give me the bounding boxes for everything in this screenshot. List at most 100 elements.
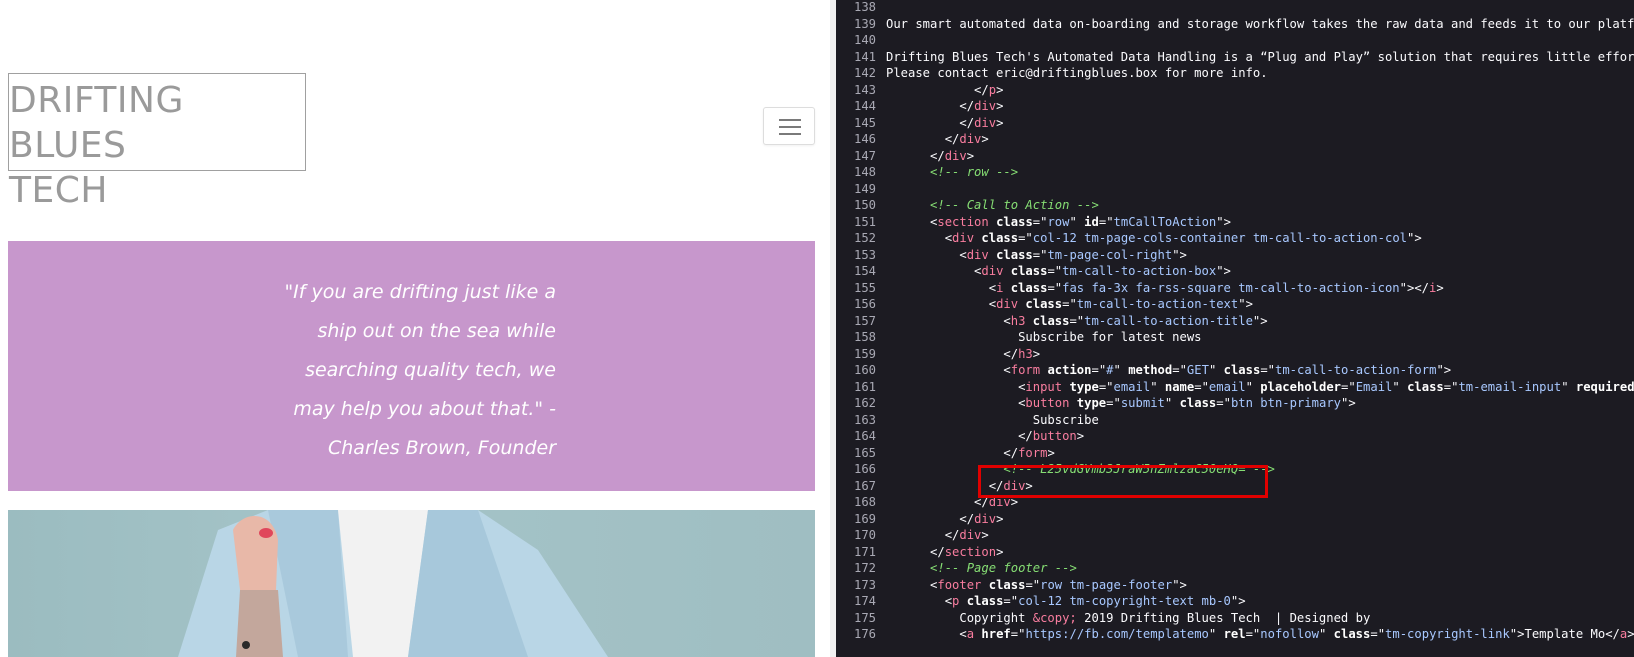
code-token: submit xyxy=(1120,396,1165,410)
code-token: "> xyxy=(1238,297,1253,311)
code-token: "> xyxy=(1252,313,1268,328)
line-number: 158 xyxy=(853,330,876,344)
code-token: > xyxy=(996,115,1004,130)
code-token: tm-call-to-action-box xyxy=(1062,264,1217,278)
source-line: 141 Drifting Blues Tech's Automated Data … xyxy=(836,49,1634,66)
code-token: =" xyxy=(1003,594,1019,608)
line-number: 156 xyxy=(853,297,876,311)
code-token: 2019 Drifting Blues Tech | Designed by xyxy=(1076,610,1371,625)
code-token: " xyxy=(1208,363,1224,377)
source-line: 154 <div class="tm-call-to-action-box"> xyxy=(836,263,1231,280)
code-token: required xyxy=(1575,379,1634,394)
hamburger-icon xyxy=(779,119,801,121)
source-line: 145 </div> xyxy=(836,115,1003,132)
code-token: Template Mo xyxy=(1524,627,1606,641)
code-token: "> xyxy=(1436,363,1452,377)
code-token: p xyxy=(988,82,997,97)
source-line: 142 Please contact eric@driftingblues.box… xyxy=(836,65,1268,82)
hamburger-menu-button[interactable] xyxy=(763,107,815,145)
code-token: =" xyxy=(1025,577,1041,592)
code-token: class xyxy=(1333,627,1371,641)
code-token: placeholder xyxy=(1260,379,1342,394)
code-token: "> xyxy=(1230,594,1246,608)
source-line: 161 <input type="email" name="email" pla… xyxy=(836,379,1634,396)
code-token: > xyxy=(1032,346,1041,361)
line-number: 166 xyxy=(853,462,876,476)
code-token: div xyxy=(974,511,997,526)
code-token: </ xyxy=(886,346,1019,361)
code-token: =" xyxy=(1260,363,1275,377)
code-token: Copyright xyxy=(886,610,1033,625)
source-line: 153 <div class="tm-page-col-right"> xyxy=(836,247,1187,264)
code-token: > xyxy=(1047,445,1055,460)
code-token: class xyxy=(1179,396,1217,410)
source-line: 169 </div> xyxy=(836,511,1003,528)
code-token: < xyxy=(886,396,1026,410)
code-token: class xyxy=(966,594,1004,608)
code-token: =" xyxy=(1106,396,1121,410)
code-token: https://fb.com/templatemo xyxy=(1025,627,1209,641)
source-line: 140 xyxy=(836,32,886,49)
code-token: < xyxy=(886,214,938,229)
code-token: < xyxy=(886,313,1011,328)
code-token: =" xyxy=(1098,214,1114,229)
line-number: 147 xyxy=(853,148,876,163)
line-number: 143 xyxy=(853,82,876,97)
code-token: class xyxy=(1032,313,1070,328)
code-token: <!-- row --> xyxy=(930,165,1019,179)
code-token: <!-- Page footer --> xyxy=(930,561,1077,575)
code-token: class xyxy=(1010,264,1048,278)
code-token: > xyxy=(1627,627,1634,641)
line-number: 140 xyxy=(853,33,876,47)
code-token: class xyxy=(1407,379,1444,394)
code-token: > xyxy=(1076,429,1085,443)
code-token: rel xyxy=(1223,627,1246,641)
source-line: 160 <form action="#" method="GET" class=… xyxy=(836,362,1451,379)
code-token: < xyxy=(886,297,997,311)
code-token: > xyxy=(966,148,975,163)
line-number: 163 xyxy=(853,412,876,427)
code-token: type xyxy=(1076,396,1107,410)
code-token: < xyxy=(886,379,1026,394)
code-token: form xyxy=(1010,363,1041,377)
code-token: form xyxy=(1018,445,1048,460)
quote-banner: "If you are drifting just like a ship ou… xyxy=(8,241,815,491)
code-token: input xyxy=(1025,379,1063,394)
source-line: 149 xyxy=(836,181,886,198)
code-token: =" xyxy=(1047,264,1063,278)
line-number: 151 xyxy=(853,214,876,229)
code-token: "> xyxy=(1172,247,1187,262)
line-number: 145 xyxy=(853,115,876,130)
source-line: 162 <button type="submit" class="btn btn… xyxy=(836,395,1356,412)
code-token: class xyxy=(996,247,1033,262)
code-token: < xyxy=(886,231,953,245)
code-token: button xyxy=(1032,429,1077,443)
code-token: " xyxy=(1392,379,1408,394)
code-token: =" xyxy=(1194,379,1209,394)
code-token: Our smart automated data on-boarding and… xyxy=(886,16,1634,31)
code-token: =" xyxy=(1443,379,1459,394)
line-number: 172 xyxy=(853,561,876,575)
site-logo[interactable]: DRIFTING BLUES TECH xyxy=(8,73,306,211)
source-line: 157 <h3 class="tm-call-to-action-title"> xyxy=(836,313,1268,330)
code-token: =" xyxy=(1032,247,1048,262)
source-line: 174 <p class="col-12 tm-copyright-text m… xyxy=(836,593,1246,610)
code-token: Email xyxy=(1355,379,1393,394)
line-number: 155 xyxy=(853,280,876,295)
code-token: div xyxy=(966,247,989,262)
code-token: email xyxy=(1113,379,1151,394)
code-token: email xyxy=(1208,379,1246,394)
line-number: 154 xyxy=(853,264,876,278)
code-token: div xyxy=(996,297,1019,311)
code-token: div xyxy=(952,231,975,245)
line-number: 171 xyxy=(853,544,876,559)
source-line: 175 Copyright &copy; 2019 Drifting Blues… xyxy=(836,610,1370,627)
code-token: type xyxy=(1069,379,1099,394)
code-token: tm-call-to-action-form xyxy=(1275,363,1437,377)
code-token: class xyxy=(1025,297,1063,311)
code-token: # xyxy=(1106,363,1114,377)
